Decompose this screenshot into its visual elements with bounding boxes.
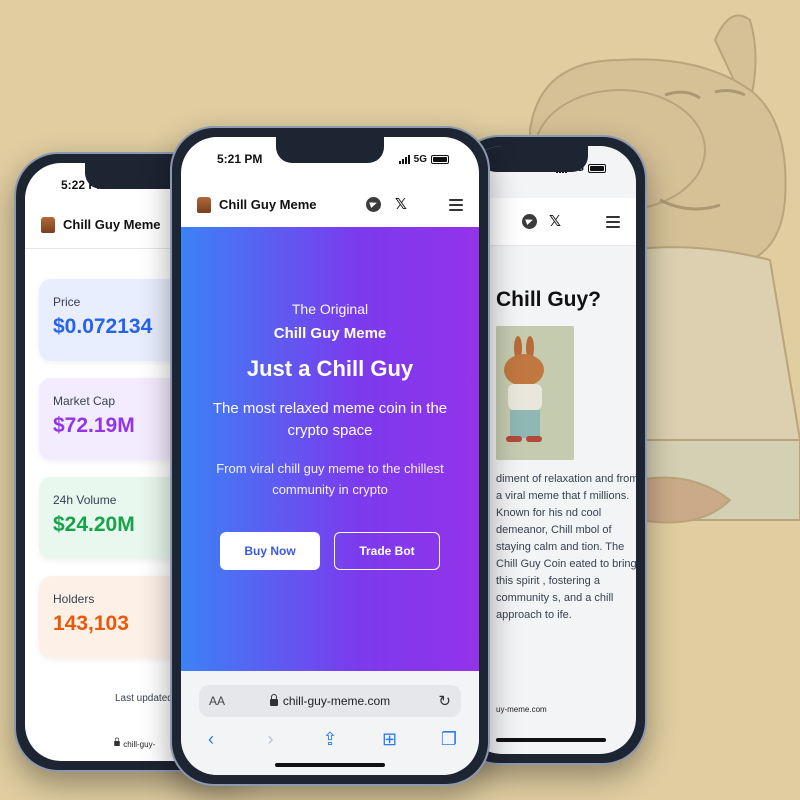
hero-subtitle: Chill Guy Meme	[273, 325, 387, 342]
bookmarks-icon[interactable]: ⊞	[378, 729, 402, 750]
brand[interactable]: Chill Guy Meme	[41, 216, 161, 233]
url-text: uy-meme.com	[496, 705, 547, 714]
lock-icon	[114, 737, 120, 746]
chill-guy-image	[496, 326, 574, 460]
nav-bar: Chill Guy Meme 𝕏	[181, 181, 479, 229]
trade-bot-button[interactable]: Trade Bot	[334, 532, 440, 570]
hero-buttons: Buy Now Trade Bot	[181, 532, 479, 570]
hero-tagline: The most relaxed meme coin in the crypto…	[212, 400, 448, 439]
about-heading: Chill Guy?	[496, 288, 601, 311]
text-size-button[interactable]: AA	[209, 694, 249, 708]
browser-chrome: AA chill-guy-meme.com ↻ ‹ › ⇪ ⊞ ❐	[181, 671, 479, 775]
url-text: chill-guy-	[123, 740, 156, 749]
hero-kicker: The Original	[291, 301, 369, 317]
share-icon[interactable]: ⇪	[318, 729, 342, 750]
hero-section: The Original Chill Guy Meme Just a Chill…	[181, 227, 479, 671]
network-type: 5G	[413, 153, 427, 165]
signal-bars-icon	[398, 154, 410, 164]
hero-title: Just a Chill Guy	[246, 356, 414, 381]
phone-notch	[276, 137, 384, 163]
chill-guy-logo-icon	[41, 216, 55, 233]
home-indicator	[496, 738, 606, 742]
battery-icon	[431, 154, 449, 164]
x-icon[interactable]: 𝕏	[395, 197, 407, 212]
battery-icon	[588, 163, 606, 173]
right-phone-screen: 5G 𝕏 Chill Guy? diment o	[466, 146, 636, 754]
brand-name: Chill Guy Meme	[63, 217, 161, 232]
brand[interactable]: Chill Guy Meme	[197, 196, 317, 213]
phone-notch	[480, 146, 588, 172]
address-bar[interactable]: AA chill-guy-meme.com ↻	[199, 685, 461, 717]
url-text: chill-guy-meme.com	[282, 694, 391, 708]
buy-now-button[interactable]: Buy Now	[220, 532, 320, 570]
forward-icon[interactable]: ›	[259, 729, 283, 750]
center-phone-screen: 5:21 PM 5G Chill Guy Meme 𝕏 The Original…	[181, 137, 479, 775]
signal-indicator: 5G	[398, 153, 449, 165]
last-updated: Last updated:	[115, 693, 176, 704]
status-time: 5:21 PM	[217, 152, 263, 166]
url-label: chill-guy-	[113, 737, 155, 749]
menu-icon[interactable]	[606, 215, 620, 228]
back-icon[interactable]: ‹	[199, 729, 223, 750]
chill-guy-logo-icon	[197, 196, 211, 213]
x-icon[interactable]: 𝕏	[549, 214, 561, 229]
center-phone: 5:21 PM 5G Chill Guy Meme 𝕏 The Original…	[170, 126, 490, 786]
home-indicator	[275, 763, 385, 767]
reload-icon[interactable]: ↻	[411, 692, 451, 710]
hero-description: From viral chill guy meme to the chilles…	[216, 461, 444, 497]
about-paragraph: diment of relaxation and from a viral me…	[496, 473, 636, 621]
menu-icon[interactable]	[449, 198, 463, 211]
browser-toolbar: ‹ › ⇪ ⊞ ❐	[199, 729, 461, 750]
nav-bar: 𝕏	[466, 198, 636, 246]
brand-name: Chill Guy Meme	[219, 197, 317, 212]
telegram-icon[interactable]	[365, 197, 381, 212]
telegram-icon[interactable]	[522, 214, 537, 229]
lock-icon	[269, 694, 278, 706]
tabs-icon[interactable]: ❐	[437, 729, 461, 750]
